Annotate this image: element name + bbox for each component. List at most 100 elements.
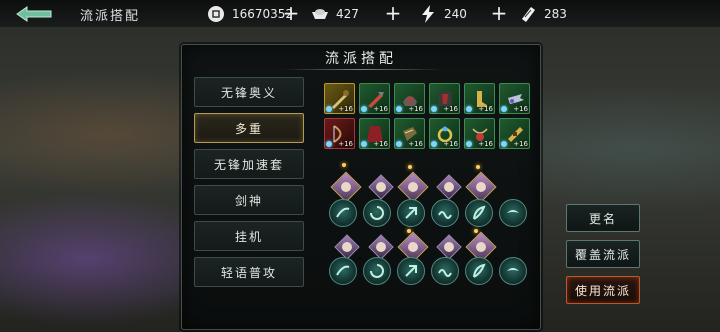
build-label: 轻语普攻 [220, 265, 277, 280]
skill-slot[interactable] [363, 199, 391, 227]
gear-level: +16 [478, 140, 493, 148]
hero-portrait[interactable] [368, 174, 394, 200]
title-divider [282, 69, 442, 70]
gear-slot[interactable]: +16 [324, 83, 355, 114]
gear-level: +16 [443, 140, 458, 148]
portrait-face [476, 242, 486, 252]
gear-level: +16 [513, 140, 528, 148]
skill-slot[interactable] [329, 257, 357, 285]
coin-icon [206, 4, 226, 24]
gear-slot[interactable]: +16 [499, 118, 530, 149]
sparkle-icon [476, 165, 480, 169]
ticket-icon [518, 4, 538, 24]
feather-icon [473, 263, 486, 278]
portrait-face [408, 242, 418, 252]
gear-slot[interactable]: +16 [499, 83, 530, 114]
skill-slot[interactable] [499, 199, 527, 227]
build-label: 无锋奥义 [220, 85, 277, 100]
build-item-3[interactable]: 无锋加速套 [194, 149, 304, 179]
add-coin-button[interactable]: + [282, 2, 300, 24]
hero-portrait[interactable] [334, 234, 360, 260]
skill-slot[interactable] [329, 199, 357, 227]
gear-level: +16 [513, 105, 528, 113]
build-label: 挂机 [234, 229, 263, 244]
gear-level: +16 [373, 140, 388, 148]
rename-button[interactable]: 更名 [566, 204, 640, 232]
sparkle-icon [474, 229, 478, 233]
gear-slot[interactable]: +16 [429, 118, 460, 149]
build-panel: 流派搭配 无锋奥义 多重 无锋加速套 剑神 挂机 轻语普攻 +16 +16 +1… [181, 44, 541, 330]
portrait-face [444, 182, 454, 192]
hero-portrait[interactable] [368, 234, 394, 260]
gem-icon [396, 141, 402, 147]
skill-slot[interactable] [465, 257, 493, 285]
sparkle-icon [342, 163, 346, 167]
gear-level: +16 [478, 105, 493, 113]
swirl-icon [370, 206, 384, 220]
hero-portrait[interactable] [465, 171, 497, 203]
portrait-face [376, 242, 386, 252]
gear-slot[interactable]: +16 [324, 118, 355, 149]
gem-icon [326, 141, 332, 147]
lightning-icon [418, 4, 438, 24]
gear-slot[interactable]: +16 [464, 118, 495, 149]
slash-icon [336, 265, 350, 276]
skill-slot[interactable] [363, 257, 391, 285]
build-label: 无锋加速套 [213, 157, 284, 172]
gem-icon [466, 106, 472, 112]
skill-slot[interactable] [499, 257, 527, 285]
use-label: 使用流派 [574, 283, 631, 298]
build-item-6[interactable]: 轻语普攻 [194, 257, 304, 287]
add-ingot-button[interactable]: + [384, 2, 402, 24]
resource-ticket: 283 [518, 4, 567, 24]
ingot-icon [310, 4, 330, 24]
gear-slot[interactable]: +16 [359, 118, 390, 149]
build-item-1[interactable]: 无锋奥义 [194, 77, 304, 107]
skill-slot[interactable] [431, 257, 459, 285]
gear-slot[interactable]: +16 [429, 83, 460, 114]
slash-icon [336, 207, 350, 218]
gem-icon [501, 141, 507, 147]
gear-level: +16 [373, 105, 388, 113]
swirl-icon [370, 264, 384, 278]
portrait-face [341, 182, 351, 192]
build-item-2[interactable]: 多重 [194, 113, 304, 143]
hero-portrait[interactable] [436, 174, 462, 200]
wing-icon [507, 268, 519, 271]
gear-slot[interactable]: +16 [394, 118, 425, 149]
gem-icon [466, 141, 472, 147]
back-button[interactable] [12, 3, 58, 25]
build-item-4[interactable]: 剑神 [194, 185, 304, 215]
gem-icon [326, 106, 332, 112]
gear-slot[interactable]: +16 [394, 83, 425, 114]
gear-slot[interactable]: +16 [359, 83, 390, 114]
gem-icon [396, 106, 402, 112]
sparkle-icon [408, 165, 412, 169]
build-item-5[interactable]: 挂机 [194, 221, 304, 251]
hero-portrait[interactable] [397, 171, 429, 203]
rename-label: 更名 [588, 211, 617, 226]
gem-icon [361, 106, 367, 112]
wave-icon [438, 269, 452, 277]
gear-slot[interactable]: +16 [464, 83, 495, 114]
portrait-face [408, 182, 418, 192]
resource-ingot: 427 [310, 4, 359, 24]
overwrite-build-button[interactable]: 覆盖流派 [566, 240, 640, 268]
skill-slot[interactable] [465, 199, 493, 227]
strike-icon [405, 265, 417, 277]
panel-title: 流派搭配 [325, 51, 397, 67]
skill-slot[interactable] [397, 199, 425, 227]
overwrite-label: 覆盖流派 [574, 247, 631, 262]
gem-icon [431, 106, 437, 112]
wing-icon [507, 210, 519, 213]
gear-level: +16 [408, 140, 423, 148]
hero-portrait[interactable] [436, 234, 462, 260]
skill-slot[interactable] [431, 199, 459, 227]
skill-slot[interactable] [397, 257, 425, 285]
hero-portrait[interactable] [330, 171, 362, 203]
ticket-value: 283 [544, 7, 567, 21]
portrait-face [476, 182, 486, 192]
use-build-button[interactable]: 使用流派 [566, 276, 640, 304]
add-stamina-button[interactable]: + [490, 2, 508, 24]
back-arrow-icon [16, 6, 52, 22]
